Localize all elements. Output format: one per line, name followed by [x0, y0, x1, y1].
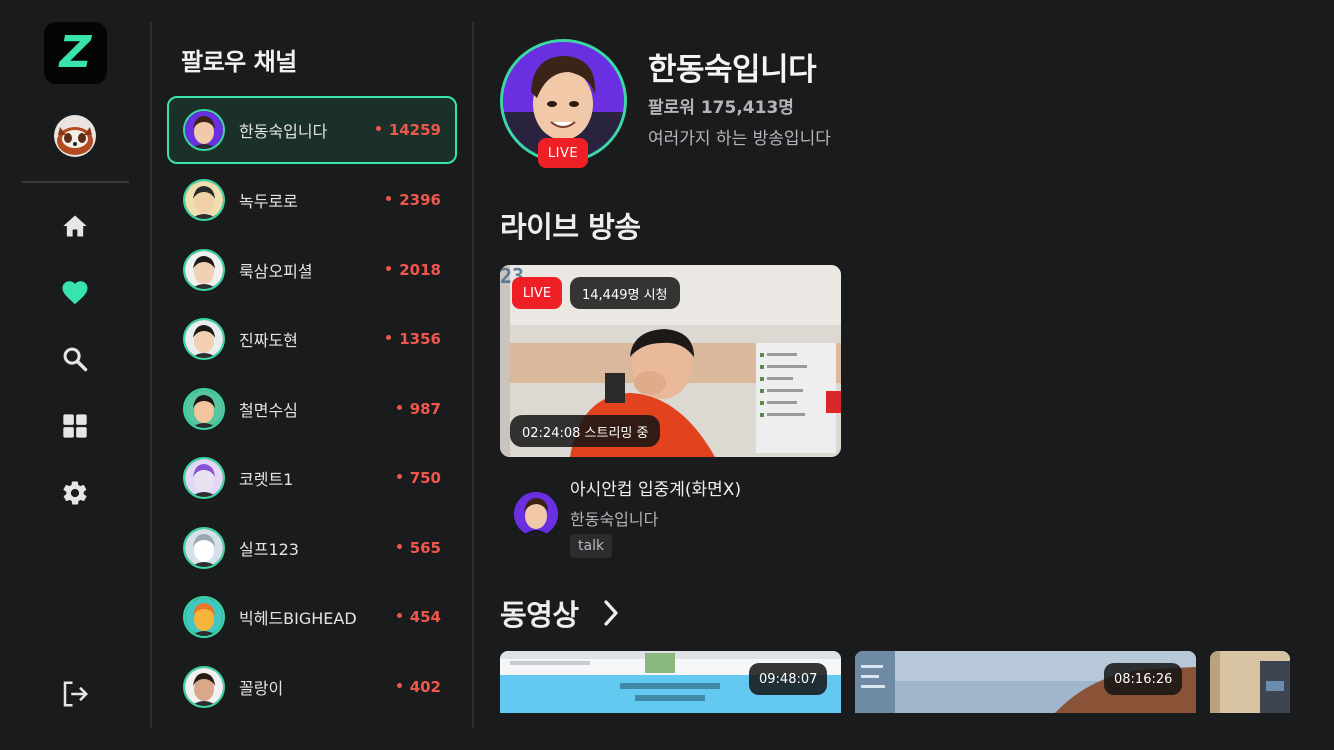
channel-name: 한동숙입니다 [648, 52, 817, 88]
live-dot-icon [396, 682, 402, 688]
follow-item-viewers: 987 [396, 399, 441, 418]
rail-divider [22, 181, 129, 183]
follow-title: 팔로우 채널 [181, 48, 297, 76]
viewer-count: 987 [409, 399, 441, 418]
follow-item-name: 꼴랑이 [239, 678, 284, 698]
follow-panel: 팔로우 채널 한동숙입니다 14259 녹두로로 2396 룩삼오피셜 2018 진짜도현 1… [152, 0, 474, 750]
follow-item-name: 철면수심 [239, 400, 298, 420]
stream-channel-avatar[interactable] [514, 492, 558, 536]
heart-icon[interactable] [59, 277, 91, 309]
follow-item-viewers: 402 [396, 677, 441, 696]
live-section-title: 라이브 방송 [500, 210, 641, 244]
channel-avatar [183, 109, 225, 151]
user-avatar[interactable] [54, 115, 96, 157]
video-section-title: 동영상 [500, 598, 579, 632]
live-dot-icon [396, 474, 402, 480]
viewer-count: 14259 [388, 121, 441, 139]
viewer-count: 2018 [399, 260, 441, 279]
video-duration: 08:16:26 [1104, 663, 1183, 695]
stream-title[interactable]: 아시안컵 입중계(화면X) [570, 475, 741, 500]
follow-item[interactable]: 한동숙입니다 14259 [167, 96, 457, 164]
search-icon[interactable] [59, 343, 91, 375]
channel-avatar [183, 457, 225, 500]
viewer-count: 454 [409, 608, 441, 627]
video-section-header[interactable]: 동영상 [500, 592, 621, 634]
channel-avatar[interactable]: LIVE [500, 39, 627, 168]
stream-category-tag[interactable]: talk [570, 534, 613, 558]
follow-item[interactable]: 코렛트1 750 [167, 444, 457, 514]
follow-item-name: 룩삼오피셜 [239, 261, 313, 281]
live-dot-icon [386, 335, 392, 341]
live-dot-icon [375, 126, 381, 131]
viewer-count: 565 [409, 538, 441, 557]
follow-item-viewers: 1356 [386, 330, 441, 348]
follow-item[interactable]: 진짜도현 1356 [167, 305, 457, 375]
chevron-right-icon [601, 599, 621, 627]
live-dot-icon [386, 265, 392, 271]
follow-item-viewers: 750 [396, 469, 441, 488]
logout-icon[interactable] [59, 678, 91, 710]
channel-avatar [183, 179, 225, 222]
follow-item-viewers: 2396 [386, 191, 441, 209]
follow-item-name: 코렛트1 [239, 470, 294, 490]
nav-rail: Z [0, 0, 150, 750]
follow-item-name: 실프123 [239, 539, 299, 559]
video-thumbnail-3[interactable] [1210, 651, 1290, 713]
logo-letter: Z [59, 27, 92, 78]
grid-icon[interactable] [59, 410, 91, 442]
follow-item-viewers: 454 [396, 608, 441, 627]
video-thumbnail-1[interactable]: 09:48:07 [500, 651, 841, 713]
live-dot-icon [396, 613, 402, 619]
live-dot-icon [396, 543, 402, 549]
viewer-count: 2396 [399, 191, 441, 210]
list-separator [472, 22, 474, 728]
follow-item[interactable]: 빅헤드BIGHEAD 454 [167, 583, 457, 653]
follow-item[interactable]: 실프123 565 [167, 513, 457, 583]
channel-avatar [183, 596, 225, 639]
channel-description: 여러가지 하는 방송입니다 [648, 129, 831, 149]
live-dot-icon [386, 196, 392, 202]
app-logo[interactable]: Z [44, 22, 107, 84]
viewer-count: 402 [409, 677, 441, 696]
viewer-count: 1356 [399, 330, 441, 349]
gear-icon[interactable] [59, 477, 91, 509]
channel-avatar [183, 526, 225, 569]
follow-item[interactable]: 꼴랑이 402 [167, 652, 457, 722]
stream-elapsed-time: 02:24:08 스트리밍 중 [510, 415, 661, 447]
viewer-count: 750 [409, 469, 441, 488]
stream-live-badge: LIVE [512, 277, 562, 309]
live-stream-thumbnail[interactable]: 23 LIVE 14,449명 시청 02:24:08 스트리밍 중 [500, 265, 841, 457]
follow-item-name: 한동숙입니다 [239, 122, 328, 141]
follow-item-viewers: 2018 [386, 261, 441, 279]
channel-avatar [183, 387, 225, 430]
home-icon[interactable] [59, 210, 91, 242]
follow-item-viewers: 565 [396, 538, 441, 557]
channel-avatar [183, 318, 225, 361]
follow-item-viewers: 14259 [375, 121, 441, 139]
follow-item-name: 녹두로로 [239, 192, 298, 212]
follow-item[interactable]: 철면수심 987 [167, 374, 457, 444]
follow-item-name: 빅헤드BIGHEAD [239, 609, 357, 629]
channel-avatar [183, 248, 225, 291]
channel-followers: 팔로워 175,413명 [648, 98, 794, 118]
follow-item[interactable]: 녹두로로 2396 [167, 166, 457, 236]
stream-viewer-count: 14,449명 시청 [570, 277, 680, 309]
follow-list: 한동숙입니다 14259 녹두로로 2396 룩삼오피셜 2018 진짜도현 1356 철면수심… [167, 96, 457, 722]
live-dot-icon [396, 404, 402, 410]
video-duration: 09:48:07 [749, 663, 828, 695]
channel-avatar [183, 665, 225, 708]
channel-live-badge: LIVE [538, 138, 588, 168]
stream-channel-name[interactable]: 한동숙입니다 [570, 506, 658, 530]
follow-item-name: 진짜도현 [239, 331, 298, 351]
video-thumbnail-2[interactable]: 08:16:26 [855, 651, 1196, 713]
follow-item[interactable]: 룩삼오피셜 2018 [167, 235, 457, 305]
